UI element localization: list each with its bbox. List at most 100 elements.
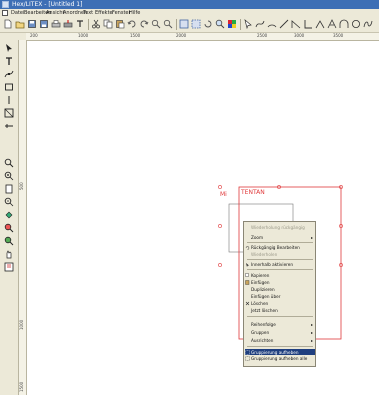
cut-line-tool-icon[interactable] bbox=[4, 121, 14, 131]
menu-item-select-inside[interactable]: Innerhalb aktivieren bbox=[251, 262, 293, 267]
copy-icon[interactable] bbox=[103, 19, 113, 29]
toolbar-separator bbox=[176, 19, 177, 30]
menu-item-ungroup-all[interactable]: Gruppierung aufheben alle bbox=[251, 356, 307, 361]
paste-icon[interactable] bbox=[115, 19, 125, 29]
bezier-tool-icon[interactable] bbox=[363, 19, 373, 29]
undo-icon[interactable] bbox=[127, 19, 137, 29]
ruler-label: 500 bbox=[19, 182, 24, 190]
toolbar-separator bbox=[88, 19, 89, 30]
zoom-in-tool-icon[interactable] bbox=[4, 171, 14, 181]
delete-small-icon bbox=[245, 301, 250, 306]
text-tool-toolbar-icon[interactable] bbox=[75, 19, 85, 29]
ungroup-icon[interactable] bbox=[191, 19, 201, 29]
ruler-corner bbox=[0, 33, 26, 40]
menu-item-order[interactable]: Reihenfolge bbox=[251, 322, 276, 327]
menu-fenster[interactable]: Fenster bbox=[112, 9, 131, 17]
curve-tool-icon[interactable] bbox=[255, 19, 265, 29]
menu-ansicht[interactable]: Ansicht bbox=[46, 9, 64, 17]
zoom-tool-icon[interactable] bbox=[4, 158, 14, 168]
selection-handle[interactable] bbox=[218, 224, 222, 228]
arc-tool-icon[interactable] bbox=[267, 19, 277, 29]
menu-item-duplicate[interactable]: Duplizieren bbox=[251, 287, 275, 292]
group-icon[interactable] bbox=[179, 19, 189, 29]
menu-separator bbox=[247, 316, 313, 317]
redo-icon[interactable] bbox=[139, 19, 149, 29]
menu-item-undo-repeat[interactable]: Wiederholung rückgängig bbox=[251, 225, 305, 230]
menu-item-align[interactable]: Ausrichten bbox=[251, 338, 273, 343]
ruler-label: 1000 bbox=[78, 33, 89, 38]
line-tool-icon[interactable] bbox=[279, 19, 289, 29]
context-menu: Wiederholung rückgängig Zoom ▸ Rückgängi… bbox=[243, 221, 316, 367]
circle-tool-icon[interactable] bbox=[351, 19, 361, 29]
zoom-in-icon[interactable] bbox=[151, 19, 161, 29]
menu-item-paste[interactable]: Einfügen bbox=[251, 280, 269, 285]
selection-handle[interactable] bbox=[218, 185, 222, 189]
document-icon[interactable] bbox=[2, 10, 8, 16]
frame-tool-icon[interactable] bbox=[4, 108, 14, 118]
vertical-ruler[interactable]: 500 1000 1500 bbox=[19, 40, 27, 395]
line-draw-icon[interactable] bbox=[4, 95, 14, 105]
pointer-node-icon[interactable] bbox=[243, 19, 253, 29]
a-shape-tool-icon[interactable] bbox=[327, 19, 337, 29]
menu-item-zoom[interactable]: Zoom bbox=[251, 235, 263, 240]
horizontal-ruler[interactable]: 200 1000 1500 2000 2500 3000 3500 bbox=[26, 33, 379, 41]
polyline-tool-icon[interactable] bbox=[291, 19, 301, 29]
submenu-arrow-icon: ▸ bbox=[310, 322, 313, 327]
weed-tool-icon[interactable] bbox=[4, 236, 14, 246]
red-label-text: Mi bbox=[220, 191, 227, 198]
rotate-icon[interactable] bbox=[203, 19, 213, 29]
menu-text[interactable]: Text bbox=[83, 9, 93, 17]
menu-effekte[interactable]: Effekte bbox=[95, 9, 113, 17]
cut-icon[interactable] bbox=[91, 19, 101, 29]
corner-tool-icon[interactable] bbox=[303, 19, 313, 29]
save-as-icon[interactable] bbox=[39, 19, 49, 29]
arch-tool-icon[interactable] bbox=[339, 19, 349, 29]
zoom-out-icon[interactable] bbox=[163, 19, 173, 29]
ruler-label: 2500 bbox=[257, 33, 268, 38]
ruler-label: 1000 bbox=[19, 319, 24, 330]
menu-item-paste-over[interactable]: Einfügen über bbox=[251, 294, 280, 299]
send-to-cutter-icon[interactable] bbox=[4, 262, 14, 272]
paste-small-icon bbox=[245, 280, 250, 285]
selection-handle[interactable] bbox=[218, 263, 222, 267]
menu-item-undo-edit[interactable]: Rückgängig Bearbeiten bbox=[251, 245, 300, 250]
menu-datei[interactable]: Datei bbox=[11, 9, 24, 17]
save-icon[interactable] bbox=[27, 19, 37, 29]
submenu-arrow-icon: ▸ bbox=[310, 338, 313, 343]
menu-item-delete[interactable]: Löschen bbox=[251, 301, 268, 306]
text-tool-icon[interactable] bbox=[4, 56, 14, 66]
node-edit-icon[interactable] bbox=[4, 69, 14, 79]
color-zoom-icon[interactable] bbox=[4, 223, 14, 233]
zoom-out-tool-icon[interactable] bbox=[4, 197, 14, 207]
window-title: Hex/LITEX - [Untitled 1] bbox=[12, 1, 83, 8]
printer-setup-icon[interactable] bbox=[63, 19, 73, 29]
ungroup-small-icon bbox=[245, 349, 250, 355]
select-inside-icon bbox=[245, 262, 250, 267]
menu-separator bbox=[247, 242, 313, 243]
toolbox bbox=[0, 40, 19, 395]
rectangle-tool-icon[interactable] bbox=[4, 82, 14, 92]
new-file-icon[interactable] bbox=[3, 19, 13, 29]
title-bar: Hex/LITEX - [Untitled 1] bbox=[0, 0, 379, 9]
fill-tool-icon[interactable] bbox=[4, 210, 14, 220]
menu-item-groups[interactable]: Gruppen bbox=[251, 330, 269, 335]
open-folder-icon[interactable] bbox=[15, 19, 25, 29]
ruler-label: 3000 bbox=[294, 33, 305, 38]
menu-item-redo[interactable]: Wiederholen bbox=[251, 252, 277, 257]
undo-edit-icon bbox=[245, 245, 250, 250]
drawing-canvas[interactable]: Mi TENTAN bbox=[27, 41, 379, 395]
hand-pan-icon[interactable] bbox=[4, 249, 14, 259]
menu-item-ungroup[interactable]: Gruppierung aufheben bbox=[251, 350, 299, 355]
magnifier-icon[interactable] bbox=[215, 19, 225, 29]
red-outline-text[interactable]: TENTAN bbox=[240, 189, 265, 196]
menu-item-copy[interactable]: Kopieren bbox=[251, 273, 269, 278]
print-icon[interactable] bbox=[51, 19, 61, 29]
page-view-icon[interactable] bbox=[4, 184, 14, 194]
angle-tool-icon[interactable] bbox=[315, 19, 325, 29]
select-arrow-icon[interactable] bbox=[4, 43, 14, 53]
submenu-arrow-icon: ▸ bbox=[310, 330, 313, 335]
ruler-label: 1500 bbox=[130, 33, 141, 38]
menu-item-delete-now[interactable]: Jetzt löschen bbox=[251, 308, 278, 313]
menu-hilfe[interactable]: Hilfe bbox=[129, 9, 140, 17]
color-palette-icon[interactable] bbox=[227, 19, 237, 29]
